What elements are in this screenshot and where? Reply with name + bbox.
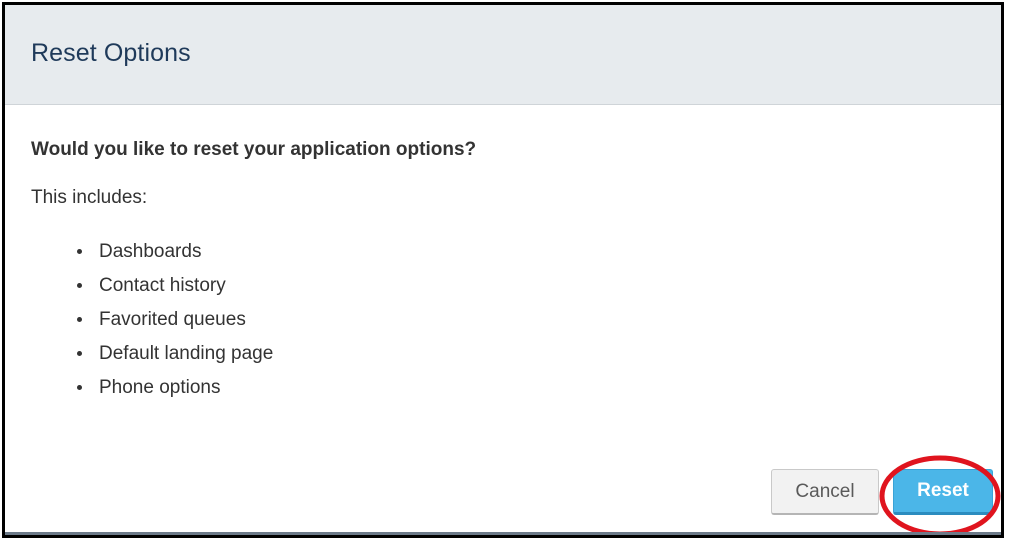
bullet-icon xyxy=(77,351,82,356)
list-item-label: Favorited queues xyxy=(99,309,246,330)
list-item-label: Contact history xyxy=(99,275,226,296)
bullet-icon xyxy=(77,283,82,288)
dialog-header: Reset Options xyxy=(5,5,1001,105)
list-item: Contact history xyxy=(45,269,273,303)
list-item-label: Dashboards xyxy=(99,241,202,262)
reset-options-dialog: Reset Options Would you like to reset yo… xyxy=(2,2,1004,538)
list-item: Phone options xyxy=(45,371,273,405)
list-item-label: Default landing page xyxy=(99,343,274,364)
list-item: Favorited queues xyxy=(45,303,273,337)
list-item: Default landing page xyxy=(45,337,273,371)
bullet-icon xyxy=(77,317,82,322)
bullet-icon xyxy=(77,249,82,254)
reset-question: Would you like to reset your application… xyxy=(31,139,477,160)
includes-label: This includes: xyxy=(31,187,148,208)
dialog-bottom-border xyxy=(5,532,1001,535)
bullet-icon xyxy=(77,385,82,390)
list-item-label: Phone options xyxy=(99,377,221,398)
list-item: Dashboards xyxy=(45,235,273,269)
included-options-list: Dashboards Contact history Favorited que… xyxy=(45,235,273,405)
reset-button[interactable]: Reset xyxy=(893,469,993,515)
cancel-button[interactable]: Cancel xyxy=(771,469,879,515)
dialog-title: Reset Options xyxy=(31,39,191,67)
